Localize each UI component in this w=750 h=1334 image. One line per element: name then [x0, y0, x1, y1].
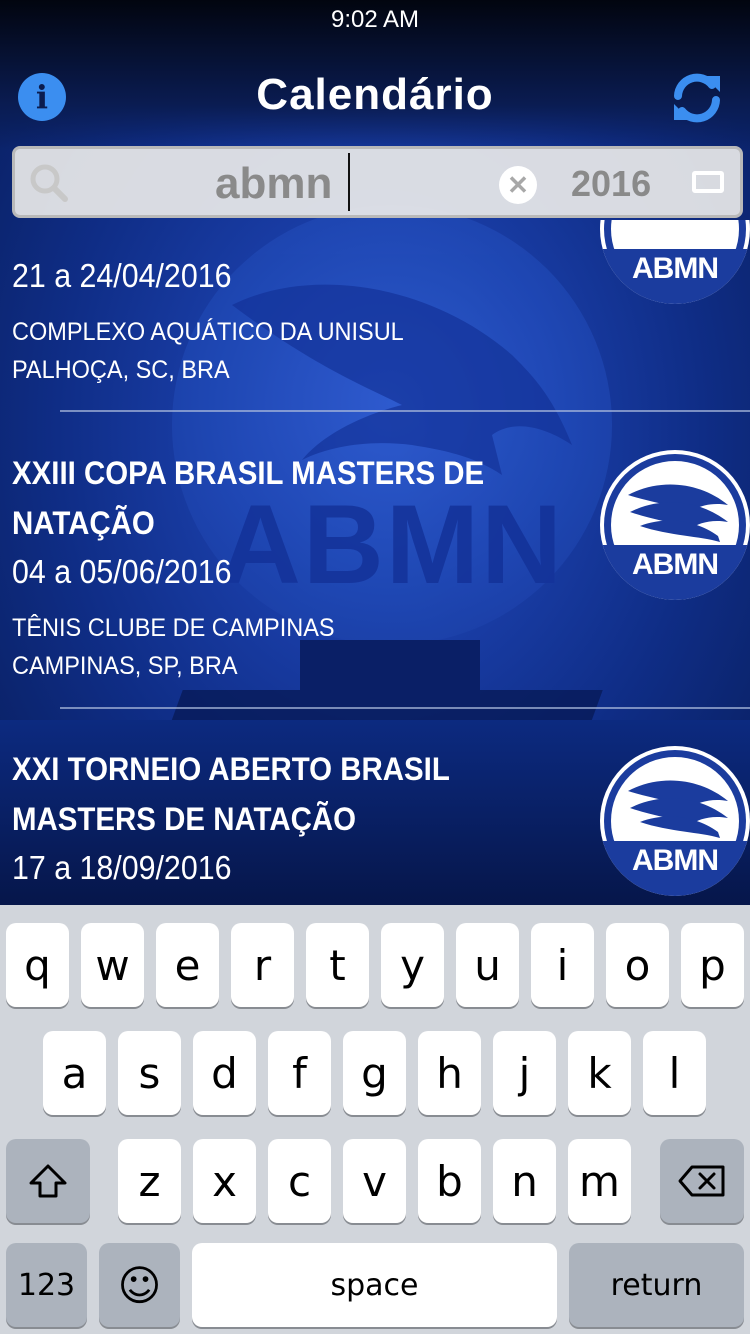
key-f[interactable]: f [268, 1031, 331, 1115]
shift-key[interactable] [6, 1139, 90, 1223]
key-u[interactable]: u [456, 923, 519, 1007]
list-separator [60, 410, 750, 412]
key-l[interactable]: l [643, 1031, 706, 1115]
key-t[interactable]: t [306, 923, 369, 1007]
event-city: CAMPINAS, SP, BRA [12, 652, 238, 680]
event-logo-label: ABMN [632, 844, 719, 877]
key-m[interactable]: m [568, 1139, 631, 1223]
key-r[interactable]: r [231, 923, 294, 1007]
key-n[interactable]: n [493, 1139, 556, 1223]
return-key[interactable]: return [569, 1243, 744, 1327]
key-p[interactable]: p [681, 923, 744, 1007]
key-w[interactable]: w [81, 923, 144, 1007]
clear-search-button[interactable]: ✕ [499, 166, 537, 204]
list-item[interactable]: 21 a 24/04/2016 COMPLEXO AQUÁTICO DA UNI… [0, 220, 750, 412]
year-filter-value[interactable]: 2016 [571, 163, 651, 205]
status-bar: 9:02 AM [0, 0, 750, 40]
event-name-line-2: NATAÇÃO [12, 505, 155, 541]
event-venue: TÊNIS CLUBE DE CAMPINAS [12, 614, 335, 642]
event-date: 17 a 18/09/2016 [12, 849, 232, 886]
search-icon [30, 164, 68, 202]
event-date: 04 a 05/06/2016 [12, 553, 232, 590]
search-bar: ✕ 2016 [12, 146, 743, 218]
event-date: 21 a 24/04/2016 [12, 257, 232, 294]
event-list: 21 a 24/04/2016 COMPLEXO AQUÁTICO DA UNI… [0, 220, 750, 905]
key-h[interactable]: h [418, 1031, 481, 1115]
key-k[interactable]: k [568, 1031, 631, 1115]
delete-key[interactable] [660, 1139, 744, 1223]
key-g[interactable]: g [343, 1031, 406, 1115]
event-name-line-1: XXIII COPA BRASIL MASTERS DE [12, 455, 485, 491]
key-c[interactable]: c [268, 1139, 331, 1223]
keyboard: q w e r t y u i o p a s d f g h j k l z … [0, 905, 750, 1334]
list-item[interactable]: XXI TORNEIO ABERTO BRASIL MASTERS DE NAT… [0, 744, 750, 905]
key-e[interactable]: e [156, 923, 219, 1007]
event-name-line-1: XXI TORNEIO ABERTO BRASIL [12, 751, 450, 787]
key-a[interactable]: a [43, 1031, 106, 1115]
event-logo: ABMN [600, 450, 750, 600]
event-city: PALHOÇA, SC, BRA [12, 356, 230, 384]
key-b[interactable]: b [418, 1139, 481, 1223]
close-icon: ✕ [507, 169, 529, 200]
event-name-line-2: MASTERS DE NATAÇÃO [12, 801, 357, 837]
key-y[interactable]: y [381, 923, 444, 1007]
space-key[interactable]: space [192, 1243, 557, 1327]
key-v[interactable]: v [343, 1139, 406, 1223]
event-logo: ABMN [600, 220, 750, 304]
key-o[interactable]: o [606, 923, 669, 1007]
event-logo-label: ABMN [632, 252, 719, 285]
text-caret [348, 153, 350, 211]
event-venue: COMPLEXO AQUÁTICO DA UNISUL [12, 318, 404, 346]
key-x[interactable]: x [193, 1139, 256, 1223]
key-j[interactable]: j [493, 1031, 556, 1115]
key-d[interactable]: d [193, 1031, 256, 1115]
search-input[interactable] [215, 157, 475, 211]
key-i[interactable]: i [531, 923, 594, 1007]
numbers-key[interactable]: 123 [6, 1243, 87, 1327]
refresh-icon [674, 73, 720, 123]
nav-bar: i Calendário [0, 60, 750, 140]
list-item[interactable]: XXIII COPA BRASIL MASTERS DE NATAÇÃO 04 … [0, 448, 750, 708]
emoji-icon: ☺ [117, 1260, 162, 1310]
event-logo-label: ABMN [632, 548, 719, 581]
key-z[interactable]: z [118, 1139, 181, 1223]
key-s[interactable]: s [118, 1031, 181, 1115]
delete-icon [678, 1165, 725, 1197]
page-title: Calendário [256, 70, 494, 119]
list-separator [60, 707, 750, 709]
event-logo: ABMN [600, 746, 750, 896]
refresh-button[interactable] [670, 72, 724, 124]
year-picker-icon[interactable] [692, 171, 724, 193]
emoji-key[interactable]: ☺ [99, 1243, 180, 1327]
key-q[interactable]: q [6, 923, 69, 1007]
shift-icon [29, 1164, 67, 1198]
status-time: 9:02 AM [330, 6, 420, 33]
